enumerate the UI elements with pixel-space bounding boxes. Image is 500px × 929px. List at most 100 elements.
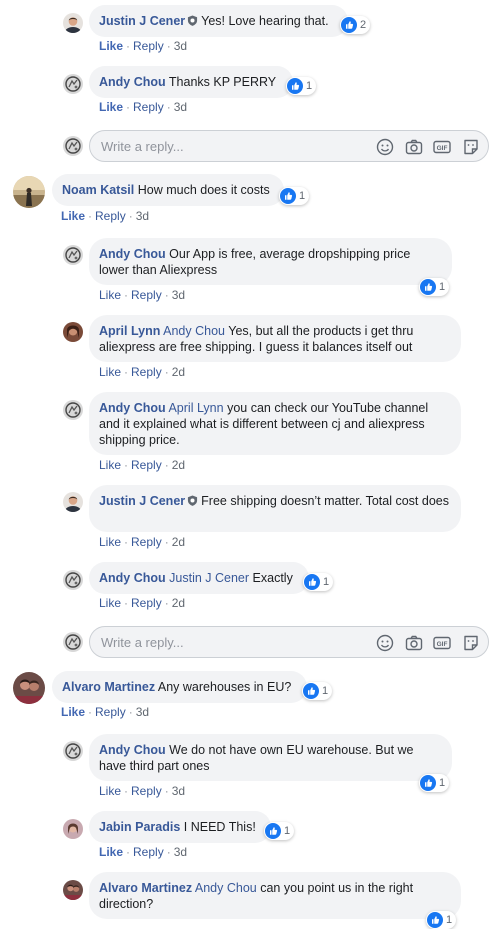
avatar[interactable] bbox=[63, 492, 83, 512]
like-icon bbox=[303, 683, 319, 699]
reply-link[interactable]: Reply bbox=[131, 288, 162, 302]
comment-bubble: April Lynn Andy Chou Yes, but all the pr… bbox=[89, 315, 461, 362]
reply-link[interactable]: Reply bbox=[133, 39, 164, 53]
like-link[interactable]: Like bbox=[61, 705, 85, 719]
avatar[interactable] bbox=[13, 176, 45, 208]
comment-actions: Like · Reply · 3d bbox=[99, 288, 186, 302]
mention-link[interactable]: April Lynn bbox=[168, 401, 223, 415]
mention-link[interactable]: Andy Chou bbox=[195, 881, 257, 895]
reaction-count[interactable]: 1 bbox=[419, 774, 450, 792]
avatar[interactable] bbox=[63, 741, 83, 761]
reaction-count[interactable]: 2 bbox=[340, 16, 371, 34]
avatar[interactable] bbox=[63, 13, 83, 33]
like-link[interactable]: Like bbox=[99, 784, 121, 798]
reaction-number: 1 bbox=[439, 281, 446, 293]
comment-text: Yes! Love hearing that. bbox=[201, 14, 329, 28]
commenter-name[interactable]: Alvaro Martinez bbox=[99, 881, 192, 895]
timestamp[interactable]: 3d bbox=[174, 100, 187, 114]
avatar[interactable] bbox=[63, 400, 83, 420]
mention-link[interactable]: Justin J Cener bbox=[169, 571, 249, 585]
comment-actions: Like · Reply · 2d bbox=[99, 458, 186, 472]
avatar[interactable] bbox=[63, 819, 83, 839]
commenter-name[interactable]: Andy Chou bbox=[99, 743, 166, 757]
like-link[interactable]: Like bbox=[99, 100, 123, 114]
reaction-number: 1 bbox=[446, 914, 453, 926]
reaction-number: 1 bbox=[323, 576, 330, 588]
reaction-count[interactable]: 1 bbox=[286, 77, 317, 95]
avatar[interactable] bbox=[63, 245, 83, 265]
reply-link[interactable]: Reply bbox=[131, 535, 162, 549]
mention-link[interactable]: Andy Chou bbox=[163, 324, 225, 338]
commenter-name[interactable]: Jabin Paradis bbox=[99, 820, 180, 834]
commenter-name[interactable]: Justin J Cener bbox=[99, 14, 185, 28]
avatar[interactable] bbox=[63, 74, 83, 94]
reply-link[interactable]: Reply bbox=[95, 209, 126, 223]
comment-text: Any warehouses in EU? bbox=[157, 680, 292, 694]
commenter-name[interactable]: Noam Katsil bbox=[62, 183, 134, 197]
timestamp[interactable]: 3d bbox=[136, 209, 149, 223]
like-link[interactable]: Like bbox=[99, 535, 121, 549]
reply-link[interactable]: Reply bbox=[133, 100, 164, 114]
timestamp[interactable]: 3d bbox=[172, 784, 185, 798]
reply-link[interactable]: Reply bbox=[133, 845, 164, 859]
commenter-name[interactable]: Andy Chou bbox=[99, 401, 166, 415]
commenter-name[interactable]: Justin J Cener bbox=[99, 494, 185, 508]
reply-link[interactable]: Reply bbox=[131, 784, 162, 798]
like-link[interactable]: Like bbox=[99, 365, 121, 379]
reaction-count[interactable]: 1 bbox=[426, 911, 457, 929]
reply-input[interactable]: Write a reply... GIF bbox=[89, 130, 489, 162]
reply-link[interactable]: Reply bbox=[131, 458, 162, 472]
commenter-name[interactable]: Andy Chou bbox=[99, 247, 166, 261]
comment-actions: Like · Reply · 3d bbox=[99, 845, 188, 859]
timestamp[interactable]: 2d bbox=[172, 596, 185, 610]
reply-link[interactable]: Reply bbox=[131, 596, 162, 610]
emoji-icon[interactable] bbox=[376, 138, 394, 156]
commenter-name[interactable]: Andy Chou bbox=[99, 75, 166, 89]
comment-bubble: Noam Katsil How much does it costs bbox=[52, 174, 284, 206]
reply-input[interactable]: Write a reply... GIF bbox=[89, 626, 489, 658]
avatar bbox=[63, 632, 83, 652]
timestamp[interactable]: 3d bbox=[136, 705, 149, 719]
like-link[interactable]: Like bbox=[61, 209, 85, 223]
timestamp[interactable]: 3d bbox=[174, 39, 187, 53]
emoji-icon[interactable] bbox=[376, 634, 394, 652]
reaction-count[interactable]: 1 bbox=[303, 573, 334, 591]
sticker-icon[interactable] bbox=[462, 138, 480, 156]
reaction-count[interactable]: 1 bbox=[264, 822, 295, 840]
timestamp[interactable]: 3d bbox=[174, 845, 187, 859]
gif-icon[interactable]: GIF bbox=[433, 634, 451, 652]
timestamp[interactable]: 2d bbox=[172, 535, 185, 549]
like-link[interactable]: Like bbox=[99, 39, 123, 53]
like-link[interactable]: Like bbox=[99, 288, 121, 302]
reaction-count[interactable]: 1 bbox=[419, 278, 450, 296]
like-link[interactable]: Like bbox=[99, 596, 121, 610]
reaction-number: 1 bbox=[439, 777, 446, 789]
avatar[interactable] bbox=[63, 570, 83, 590]
comment-text: How much does it costs bbox=[137, 183, 270, 197]
avatar[interactable] bbox=[63, 880, 83, 900]
sticker-icon[interactable] bbox=[462, 634, 480, 652]
commenter-name[interactable]: Andy Chou bbox=[99, 571, 166, 585]
like-link[interactable]: Like bbox=[99, 458, 121, 472]
commenter-name[interactable]: Alvaro Martinez bbox=[62, 680, 155, 694]
reaction-count[interactable]: 1 bbox=[279, 187, 310, 205]
verified-shield-icon bbox=[187, 494, 198, 510]
timestamp[interactable]: 3d bbox=[172, 288, 185, 302]
reaction-count[interactable]: 1 bbox=[302, 682, 333, 700]
like-link[interactable]: Like bbox=[99, 845, 123, 859]
commenter-name[interactable]: April Lynn bbox=[99, 324, 160, 338]
gif-icon[interactable]: GIF bbox=[433, 138, 451, 156]
comment-bubble: Andy Chou April Lynn you can check our Y… bbox=[89, 392, 461, 455]
timestamp[interactable]: 2d bbox=[172, 458, 185, 472]
timestamp[interactable]: 2d bbox=[172, 365, 185, 379]
avatar[interactable] bbox=[13, 672, 45, 704]
reply-link[interactable]: Reply bbox=[95, 705, 126, 719]
camera-icon[interactable] bbox=[405, 634, 423, 652]
comment-bubble: Andy Chou Justin J Cener Exactly bbox=[89, 562, 309, 594]
reply-link[interactable]: Reply bbox=[131, 365, 162, 379]
camera-icon[interactable] bbox=[405, 138, 423, 156]
comment-actions: Like · Reply · 3d bbox=[61, 705, 150, 719]
avatar[interactable] bbox=[63, 322, 83, 342]
reaction-number: 1 bbox=[299, 190, 306, 202]
comment-actions: Like · Reply · 3d bbox=[61, 209, 150, 223]
